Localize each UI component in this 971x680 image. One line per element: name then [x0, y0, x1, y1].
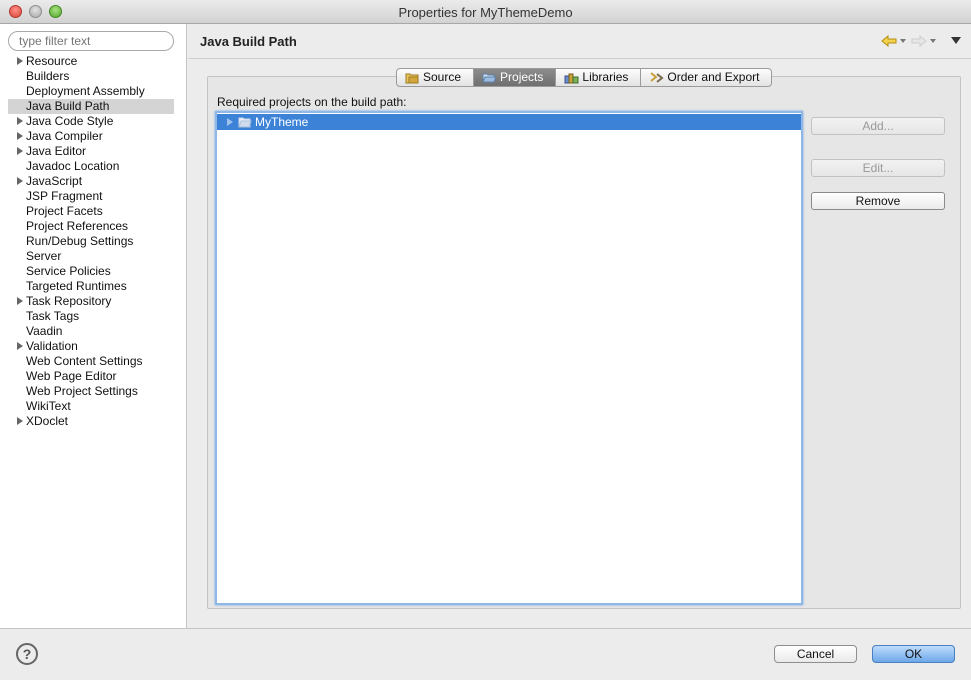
sidebar-item-label: Resource: [26, 54, 78, 68]
sidebar-item-label: Java Editor: [26, 144, 87, 158]
sidebar-item-label: JSP Fragment: [26, 189, 103, 203]
property-page-tree: Resource Builders Deployment Assembly Java …: [8, 54, 174, 429]
projects-icon: [482, 73, 497, 83]
sidebar-item-web-page-editor[interactable]: Web Page Editor: [8, 369, 174, 384]
sidebar-item-label: Task Repository: [26, 294, 112, 308]
tab-projects-label: Projects: [500, 70, 544, 84]
sidebar-item-javadoc-location[interactable]: Javadoc Location: [8, 159, 174, 174]
projects-list[interactable]: MyTheme: [215, 111, 803, 605]
header-divider: [188, 58, 971, 59]
sidebar-item-label: Java Compiler: [26, 129, 103, 143]
sidebar-item-label: WikiText: [26, 399, 71, 413]
project-label: MyTheme: [255, 115, 309, 129]
expand-arrow-icon[interactable]: [17, 147, 23, 155]
edit-button[interactable]: Edit...: [811, 159, 945, 177]
page-title: Java Build Path: [200, 34, 297, 49]
sidebar: ResourceBuildersDeployment AssemblyJava …: [0, 24, 187, 628]
expand-arrow-icon[interactable]: [17, 132, 23, 140]
window-title: Properties for MyThemeDemo: [398, 5, 573, 20]
tab-projects[interactable]: Projects: [474, 69, 557, 86]
sidebar-item-project-references[interactable]: Project References: [8, 219, 174, 234]
sidebar-item-label: Web Content Settings: [26, 354, 143, 368]
sidebar-item-vaadin[interactable]: Vaadin: [8, 324, 174, 339]
help-icon[interactable]: ?: [16, 643, 38, 665]
sidebar-item-resource[interactable]: Resource: [8, 54, 174, 69]
sidebar-item-label: Project References: [26, 219, 129, 233]
navigation-arrows: [881, 33, 961, 49]
sidebar-item-task-repository[interactable]: Task Repository: [8, 294, 174, 309]
sidebar-item-label: Java Build Path: [26, 99, 110, 113]
back-dropdown-icon[interactable]: [900, 39, 906, 43]
sidebar-item-run-debug-settings[interactable]: Run/Debug Settings: [8, 234, 174, 249]
list-item[interactable]: MyTheme: [217, 114, 801, 130]
order-export-icon: [650, 72, 665, 83]
tab-order-and-export-label: Order and Export: [667, 70, 760, 84]
sidebar-item-web-content-settings[interactable]: Web Content Settings: [8, 354, 174, 369]
sidebar-item-deployment-assembly[interactable]: Deployment Assembly: [8, 84, 174, 99]
add-button[interactable]: Add...: [811, 117, 945, 135]
sidebar-item-label: Targeted Runtimes: [26, 279, 127, 293]
expand-arrow-icon[interactable]: [17, 57, 23, 65]
sidebar-item-label: Validation: [26, 339, 78, 353]
sidebar-item-builders[interactable]: Builders: [8, 69, 174, 84]
sidebar-item-server[interactable]: Server: [8, 249, 174, 264]
ok-button[interactable]: OK: [872, 645, 955, 663]
sidebar-item-java-compiler[interactable]: Java Compiler: [8, 129, 174, 144]
title-bar: Properties for MyThemeDemo: [0, 0, 971, 24]
tab-source-label: Source: [423, 70, 462, 84]
tab-source[interactable]: Source: [397, 69, 475, 86]
sidebar-item-label: Javadoc Location: [26, 159, 120, 173]
sidebar-item-xdoclet[interactable]: XDoclet: [8, 414, 174, 429]
sidebar-item-label: Server: [26, 249, 62, 263]
sidebar-item-targeted-runtimes[interactable]: Targeted Runtimes: [8, 279, 174, 294]
forward-dropdown-icon[interactable]: [930, 39, 936, 43]
expand-arrow-icon[interactable]: [17, 297, 23, 305]
sidebar-item-javascript[interactable]: JavaScript: [8, 174, 174, 189]
back-arrow-icon[interactable]: [881, 35, 897, 47]
source-folder-icon: [405, 73, 419, 84]
sidebar-item-label: JavaScript: [26, 174, 83, 188]
expand-arrow-icon[interactable]: [17, 117, 23, 125]
sidebar-item-label: Builders: [26, 69, 70, 83]
expand-arrow-icon[interactable]: [17, 342, 23, 350]
sidebar-item-label: Java Code Style: [26, 114, 114, 128]
remove-button[interactable]: Remove: [811, 192, 945, 210]
sidebar-item-java-code-style[interactable]: Java Code Style: [8, 114, 174, 129]
sidebar-item-label: Run/Debug Settings: [26, 234, 134, 248]
sidebar-item-service-policies[interactable]: Service Policies: [8, 264, 174, 279]
forward-arrow-icon[interactable]: [911, 35, 927, 47]
expand-arrow-icon[interactable]: [17, 417, 23, 425]
sidebar-item-task-tags[interactable]: Task Tags: [8, 309, 174, 324]
required-projects-label: Required projects on the build path:: [217, 95, 407, 109]
tab-bar: Source Projects Libraries Order and Expo…: [396, 68, 773, 87]
tab-libraries[interactable]: Libraries: [556, 69, 642, 86]
sidebar-item-label: Web Page Editor: [26, 369, 117, 383]
sidebar-item-web-project-settings[interactable]: Web Project Settings: [8, 384, 174, 399]
sidebar-item-label: Project Facets: [26, 204, 103, 218]
dialog-button-bar: ? Cancel OK: [0, 628, 971, 680]
expand-arrow-icon[interactable]: [17, 177, 23, 185]
sidebar-item-label: Deployment Assembly: [26, 84, 145, 98]
sidebar-item-java-editor[interactable]: Java Editor: [8, 144, 174, 159]
sidebar-item-jsp-fragment[interactable]: JSP Fragment: [8, 189, 174, 204]
sidebar-item-label: XDoclet: [26, 414, 69, 428]
view-menu-icon[interactable]: [951, 37, 961, 44]
tab-order-and-export[interactable]: Order and Export: [641, 69, 771, 86]
sidebar-item-label: Service Policies: [26, 264, 111, 278]
cancel-button[interactable]: Cancel: [774, 645, 857, 663]
tab-libraries-label: Libraries: [582, 70, 629, 84]
sidebar-item-label: Task Tags: [26, 309, 80, 323]
filter-input[interactable]: [8, 31, 174, 51]
project-folder-icon: [238, 117, 252, 128]
sidebar-item-validation[interactable]: Validation: [8, 339, 174, 354]
libraries-icon: [564, 73, 579, 84]
sidebar-item-label: Web Project Settings: [26, 384, 138, 398]
sidebar-item-wikitext[interactable]: WikiText: [8, 399, 174, 414]
expand-arrow-icon[interactable]: [227, 118, 233, 126]
sidebar-item-project-facets[interactable]: Project Facets: [8, 204, 174, 219]
content-area: Java Build Path Source Projects Librarie…: [188, 24, 971, 628]
sidebar-item-label: Vaadin: [26, 324, 63, 338]
sidebar-item-java-build-path[interactable]: Java Build Path: [8, 99, 174, 114]
